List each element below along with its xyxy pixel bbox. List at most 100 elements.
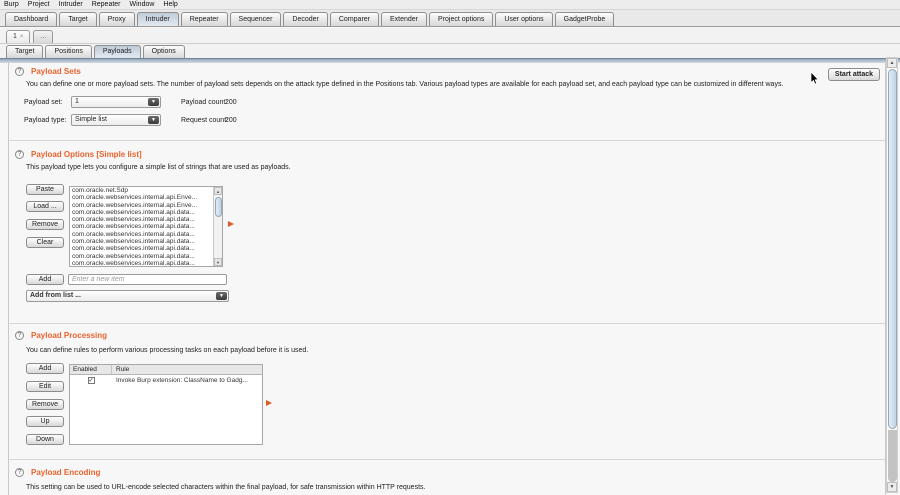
main-tab-dashboard[interactable]: Dashboard <box>5 12 57 26</box>
payload-set-value: 1 <box>72 97 147 107</box>
sub-tab-options[interactable]: Options <box>143 45 185 58</box>
chevron-down-icon: ▼ <box>148 116 159 124</box>
burp-intruder-window: BurpProjectIntruderRepeaterWindowHelp Da… <box>0 0 900 495</box>
add-button[interactable]: Add <box>26 363 64 374</box>
chevron-down-icon: ▼ <box>148 98 159 106</box>
add-from-list-value: Add from list ... <box>27 291 215 301</box>
payload-list-scrollbar[interactable]: ▲ ▼ <box>213 187 222 266</box>
attack-tab-label: 1 <box>13 33 17 40</box>
menu-project[interactable]: Project <box>28 1 50 8</box>
load-button[interactable]: Load ... <box>26 201 64 212</box>
main-scrollbar[interactable]: ▲ ▼ <box>886 57 898 493</box>
payload-list-item[interactable]: com.oracle.webservices.internal.api.Enve… <box>72 202 213 209</box>
column-header-rule[interactable]: Rule <box>112 365 262 374</box>
main-tab-extender[interactable]: Extender <box>381 12 427 26</box>
request-count-value: 200 <box>225 117 237 124</box>
payload-list-item[interactable]: com.oracle.net.Sdp <box>72 187 213 194</box>
down-button[interactable]: Down <box>26 434 64 445</box>
main-tab-decoder[interactable]: Decoder <box>283 12 327 26</box>
rule-enabled-cell: ✓ <box>70 377 112 384</box>
payload-encoding-description: This setting can be used to URL-encode s… <box>26 484 425 491</box>
main-tab-target[interactable]: Target <box>59 12 96 26</box>
payload-sets-header: ? Payload Sets <box>15 67 81 76</box>
payload-list-item[interactable]: com.oracle.webservices.internal.api.data… <box>72 231 213 238</box>
menu-repeater[interactable]: Repeater <box>92 1 121 8</box>
main-tab-project-options[interactable]: Project options <box>429 12 493 26</box>
add-from-list-dropdown[interactable]: Add from list ... ▼ <box>26 290 229 302</box>
remove-button[interactable]: Remove <box>26 399 64 410</box>
attack-tab-1[interactable]: 1× <box>6 30 30 43</box>
scroll-up-icon[interactable]: ▲ <box>887 58 897 68</box>
start-attack-button[interactable]: Start attack <box>828 68 880 81</box>
payload-options-description: This payload type lets you configure a s… <box>26 164 291 171</box>
payload-list-item[interactable]: com.oracle.webservices.internal.api.data… <box>72 253 213 260</box>
payload-list-item[interactable]: com.oracle.webservices.internal.api.data… <box>72 245 213 252</box>
section-title: Payload Sets <box>31 67 81 76</box>
sub-tab-positions[interactable]: Positions <box>45 45 91 58</box>
chevron-down-icon: ▼ <box>216 292 227 300</box>
payload-list-item[interactable]: com.oracle.webservices.internal.api.data… <box>72 209 213 216</box>
payload-list-item[interactable]: com.oracle.webservices.internal.api.data… <box>72 260 213 266</box>
clear-button[interactable]: Clear <box>26 237 64 248</box>
processing-rules-table[interactable]: Enabled Rule ✓ Invoke Burp extension: Cla… <box>69 364 263 445</box>
column-header-enabled[interactable]: Enabled <box>70 365 112 374</box>
payload-count-label: Payload count: <box>181 99 227 106</box>
sub-tab-payloads[interactable]: Payloads <box>94 45 141 58</box>
payload-set-row: Payload set: 1 ▼ <box>24 96 161 108</box>
payload-type-value: Simple list <box>72 115 147 125</box>
menu-window[interactable]: Window <box>130 1 155 8</box>
payload-list-item[interactable]: com.oracle.webservices.internal.api.Enve… <box>72 194 213 201</box>
payload-list-item[interactable]: com.oracle.webservices.internal.api.data… <box>72 238 213 245</box>
table-header: Enabled Rule <box>70 365 262 375</box>
payloads-panel: ? Payload Sets You can define one or mor… <box>0 63 900 495</box>
help-icon[interactable]: ? <box>15 331 24 340</box>
payload-options-header: ? Payload Options [Simple list] <box>15 150 142 159</box>
payload-set-dropdown[interactable]: 1 ▼ <box>71 96 161 108</box>
help-icon[interactable]: ? <box>15 468 24 477</box>
help-icon[interactable]: ? <box>15 150 24 159</box>
processing-rule-row[interactable]: ✓ Invoke Burp extension: ClassName to Gad… <box>70 375 262 385</box>
scroll-down-icon[interactable]: ▼ <box>214 258 222 266</box>
scroll-up-icon[interactable]: ▲ <box>214 187 222 195</box>
section-title: Payload Processing <box>31 331 107 340</box>
main-tab-sequencer[interactable]: Sequencer <box>230 12 282 26</box>
payload-encoding-header: ? Payload Encoding <box>15 468 100 477</box>
payload-listbox[interactable]: com.oracle.net.Sdpcom.oracle.webservices… <box>69 186 223 267</box>
payload-processing-description: You can define rules to perform various … <box>26 347 308 354</box>
rule-enabled-checkbox[interactable]: ✓ <box>88 377 95 384</box>
main-tab-user-options[interactable]: User options <box>495 12 552 26</box>
attack-tab-more[interactable]: ... <box>33 30 53 43</box>
payload-type-dropdown[interactable]: Simple list ▼ <box>71 114 161 126</box>
remove-button[interactable]: Remove <box>26 219 64 230</box>
add-button[interactable]: Add <box>26 274 64 285</box>
new-item-input[interactable] <box>68 274 227 285</box>
section-title: Payload Options [Simple list] <box>31 150 142 159</box>
intruder-sub-tab-bar: TargetPositionsPayloadsOptions <box>0 44 900 58</box>
section-divider <box>9 459 885 460</box>
help-icon[interactable]: ? <box>15 67 24 76</box>
menu-burp[interactable]: Burp <box>4 1 19 8</box>
payload-list-item[interactable]: com.oracle.webservices.internal.api.data… <box>72 223 213 230</box>
menu-help[interactable]: Help <box>163 1 177 8</box>
main-tab-proxy[interactable]: Proxy <box>99 12 135 26</box>
scrollbar-track[interactable] <box>888 430 897 482</box>
main-tab-comparer[interactable]: Comparer <box>330 12 379 26</box>
close-icon[interactable]: × <box>20 34 24 40</box>
menu-intruder[interactable]: Intruder <box>59 1 83 8</box>
paste-button[interactable]: Paste <box>26 184 64 195</box>
main-tab-intruder[interactable]: Intruder <box>137 12 179 26</box>
edit-button[interactable]: Edit <box>26 381 64 392</box>
sub-tab-target[interactable]: Target <box>6 45 43 58</box>
main-tab-gadgetprobe[interactable]: GadgetProbe <box>555 12 615 26</box>
payload-list-item[interactable]: com.oracle.webservices.internal.api.data… <box>72 216 213 223</box>
scrollbar-thumb[interactable] <box>888 69 897 429</box>
scroll-down-icon[interactable]: ▼ <box>887 482 897 492</box>
payload-list: com.oracle.net.Sdpcom.oracle.webservices… <box>70 187 213 266</box>
scrollbar-thumb[interactable] <box>215 197 222 217</box>
main-tab-repeater[interactable]: Repeater <box>181 12 228 26</box>
up-button[interactable]: Up <box>26 416 64 427</box>
mouse-cursor <box>810 72 819 85</box>
rule-text: Invoke Burp extension: ClassName to Gadg… <box>112 377 262 384</box>
payload-count-value: 200 <box>225 99 237 106</box>
main-tab-bar: DashboardTargetProxyIntruderRepeaterSequ… <box>0 10 900 27</box>
